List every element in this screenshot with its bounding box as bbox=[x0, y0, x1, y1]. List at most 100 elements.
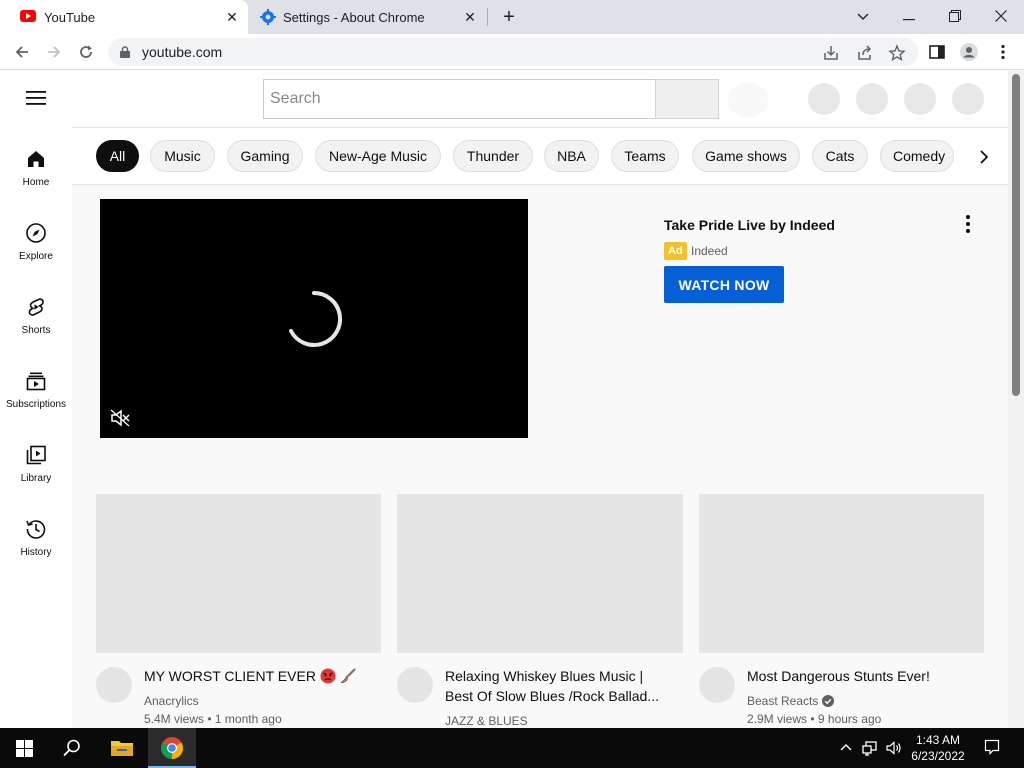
guide-item-label: Explore bbox=[19, 251, 53, 262]
home-icon bbox=[28, 151, 44, 167]
chrome-icon bbox=[161, 737, 183, 759]
bookmark-star-icon[interactable] bbox=[888, 44, 906, 62]
guide-item-library[interactable]: Library bbox=[0, 444, 72, 508]
chip-all[interactable]: All bbox=[96, 140, 139, 172]
masthead-button-placeholder[interactable] bbox=[808, 83, 840, 115]
chip-teams[interactable]: Teams bbox=[611, 140, 679, 172]
avatar[interactable] bbox=[952, 83, 984, 115]
more-options-icon[interactable] bbox=[958, 213, 978, 235]
watch-now-button[interactable]: WATCH NOW bbox=[664, 266, 784, 303]
chrome-taskbar-button[interactable] bbox=[148, 728, 196, 768]
video-title[interactable]: Relaxing Whiskey Blues Music | Best Of S… bbox=[445, 666, 673, 706]
ad-title[interactable]: Take Pride Live by Indeed bbox=[664, 217, 835, 233]
reload-button[interactable] bbox=[74, 40, 98, 64]
channel-name[interactable]: Beast Reacts bbox=[747, 694, 835, 708]
url-text: youtube.com bbox=[142, 44, 223, 60]
minimize-button[interactable] bbox=[896, 4, 922, 28]
chip-thunder[interactable]: Thunder bbox=[453, 140, 533, 172]
angry-face-emoji bbox=[320, 668, 336, 684]
subscriptions-icon bbox=[26, 372, 46, 391]
chip-music[interactable]: Music bbox=[150, 140, 215, 172]
muted-speaker-icon[interactable] bbox=[110, 409, 130, 427]
ad-video-player[interactable] bbox=[100, 199, 528, 438]
chip-new-age-music[interactable]: New-Age Music bbox=[315, 140, 441, 172]
chip-comedy[interactable]: Comedy bbox=[880, 140, 954, 172]
guide-item-history[interactable]: History bbox=[0, 518, 72, 582]
guide-item-explore[interactable]: Explore bbox=[0, 222, 72, 286]
side-panel-icon[interactable] bbox=[928, 43, 946, 61]
video-title[interactable]: Most Dangerous Stunts Ever! bbox=[747, 666, 987, 686]
video-thumbnail[interactable] bbox=[397, 494, 683, 653]
tab-close-icon[interactable]: ✕ bbox=[462, 9, 478, 25]
system-clock[interactable]: 1:43 AM 6/23/2022 bbox=[902, 732, 974, 764]
video-thumbnail[interactable] bbox=[96, 494, 381, 653]
restore-button[interactable] bbox=[942, 4, 968, 28]
guide-item-home[interactable]: Home bbox=[0, 148, 72, 212]
search-button[interactable] bbox=[655, 79, 719, 119]
tab-separator bbox=[487, 8, 488, 26]
windows-taskbar: 1:43 AM 6/23/2022 bbox=[0, 728, 1024, 768]
tab-search-icon[interactable] bbox=[850, 4, 876, 28]
voice-search-placeholder[interactable] bbox=[728, 82, 768, 118]
video-title-text: MY WORST CLIENT EVER bbox=[144, 668, 316, 684]
tab-settings-about-chrome[interactable]: Settings - About Chrome ✕ bbox=[248, 0, 488, 34]
video-meta: 2.9M views • 9 hours ago bbox=[747, 712, 882, 726]
hamburger-menu-icon[interactable] bbox=[26, 91, 46, 105]
address-bar[interactable]: youtube.com bbox=[108, 38, 918, 66]
browser-toolbar: youtube.com bbox=[0, 34, 1024, 70]
ad-badge: Ad bbox=[664, 242, 687, 260]
volume-icon[interactable] bbox=[886, 740, 902, 756]
back-button[interactable] bbox=[10, 40, 34, 64]
tab-youtube[interactable]: YouTube ✕ bbox=[0, 0, 248, 34]
chip-cats[interactable]: Cats bbox=[812, 140, 868, 172]
masthead-button-placeholder[interactable] bbox=[856, 83, 888, 115]
close-window-button[interactable] bbox=[988, 4, 1014, 28]
share-icon[interactable] bbox=[856, 44, 874, 62]
install-app-icon[interactable] bbox=[822, 44, 840, 62]
guide-item-label: Shorts bbox=[21, 325, 51, 336]
tab-close-icon[interactable]: ✕ bbox=[224, 9, 240, 25]
chip-bar: All Music Gaming New-Age Music Thunder N… bbox=[72, 127, 1008, 185]
windows-start-icon[interactable] bbox=[16, 740, 33, 757]
tab-title: YouTube bbox=[44, 10, 96, 25]
taskbar-search-icon[interactable] bbox=[62, 738, 82, 758]
scrollbar-thumb[interactable] bbox=[1012, 74, 1020, 396]
file-explorer-icon[interactable] bbox=[110, 738, 134, 758]
search-input[interactable] bbox=[264, 80, 655, 118]
compass-icon bbox=[26, 223, 46, 243]
tab-title: Settings - About Chrome bbox=[283, 10, 425, 25]
guide-item-label: Library bbox=[20, 473, 52, 484]
new-tab-button[interactable]: + bbox=[498, 6, 520, 28]
ad-advertiser: Indeed bbox=[691, 244, 728, 258]
guide-item-label: History bbox=[20, 547, 52, 558]
chip-game-shows[interactable]: Game shows bbox=[692, 140, 800, 172]
profile-avatar-icon[interactable] bbox=[960, 43, 978, 61]
network-icon[interactable] bbox=[862, 740, 878, 756]
upload-age: 1 month ago bbox=[214, 712, 282, 726]
channel-avatar[interactable] bbox=[96, 667, 132, 703]
clock-time: 1:43 AM bbox=[915, 733, 961, 747]
chip-nba[interactable]: NBA bbox=[544, 140, 599, 172]
video-meta: 5.4M views • 1 month ago bbox=[144, 712, 282, 726]
clock-date: 6/23/2022 bbox=[911, 749, 965, 763]
channel-avatar[interactable] bbox=[397, 667, 433, 703]
notification-center-icon[interactable] bbox=[984, 739, 1000, 755]
video-title[interactable]: MY WORST CLIENT EVER bbox=[144, 666, 384, 686]
guide-item-shorts[interactable]: Shorts bbox=[0, 296, 72, 360]
chevron-right-icon[interactable] bbox=[972, 145, 996, 169]
chip-gaming[interactable]: Gaming bbox=[227, 140, 303, 172]
video-thumbnail[interactable] bbox=[699, 494, 984, 653]
youtube-favicon bbox=[20, 10, 36, 22]
channel-avatar[interactable] bbox=[699, 667, 735, 703]
channel-name[interactable]: Anacrylics bbox=[144, 694, 199, 708]
channel-name-text: Beast Reacts bbox=[747, 694, 819, 708]
paintbrush-emoji bbox=[340, 668, 356, 684]
channel-name[interactable]: JAZZ & BLUES bbox=[445, 714, 528, 728]
chrome-menu-icon[interactable] bbox=[994, 43, 1012, 61]
guide-item-subscriptions[interactable]: Subscriptions bbox=[0, 370, 72, 434]
forward-button[interactable] bbox=[42, 40, 66, 64]
loading-spinner-icon bbox=[289, 290, 343, 347]
library-icon bbox=[26, 445, 46, 465]
masthead-button-placeholder[interactable] bbox=[904, 83, 936, 115]
chevron-up-icon[interactable] bbox=[838, 740, 854, 756]
